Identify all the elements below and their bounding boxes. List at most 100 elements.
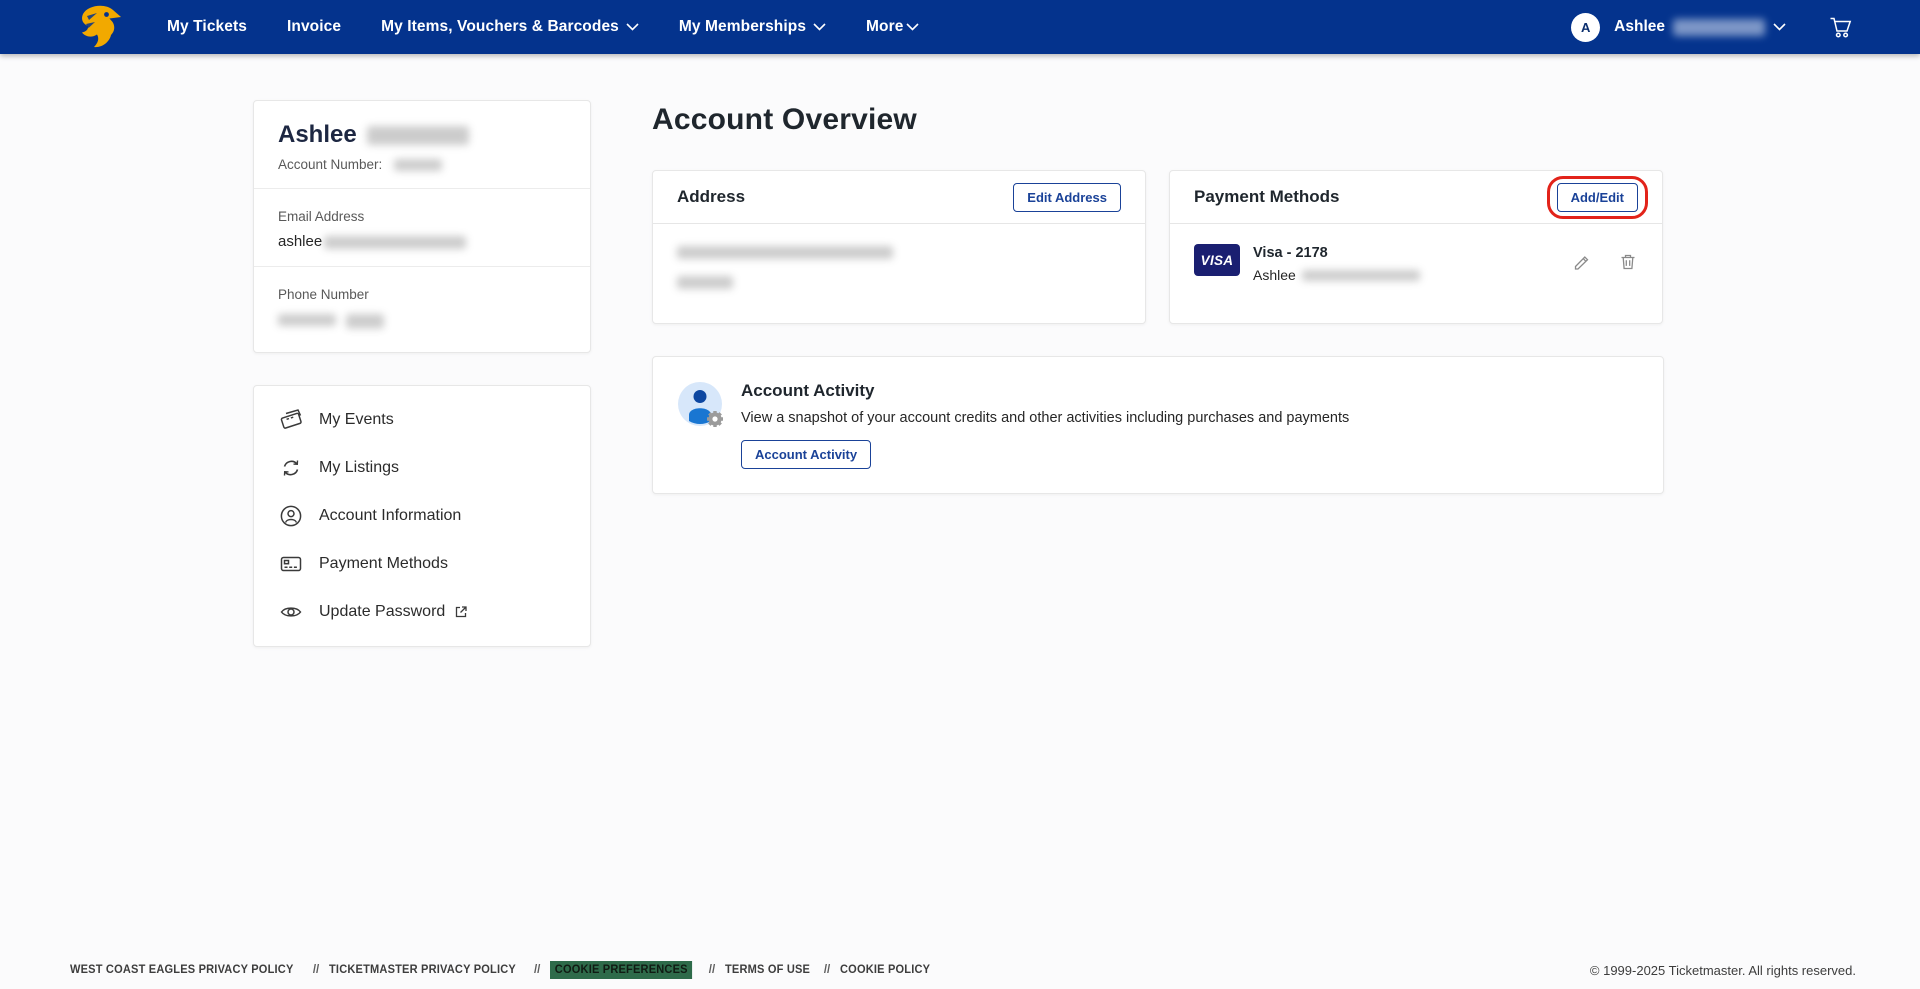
- nav-items-vouchers-barcodes-label: My Items, Vouchers & Barcodes: [381, 18, 619, 36]
- account-number-row: Account Number:: [278, 157, 566, 172]
- footer-separator: //: [313, 964, 319, 976]
- nav-user-area: A Ashlee: [1571, 13, 1854, 42]
- account-activity-card: Account Activity View a snapshot of your…: [652, 356, 1664, 494]
- visa-badge: VISA: [1194, 244, 1240, 276]
- primary-nav: My Tickets Invoice My Items, Vouchers & …: [167, 18, 919, 36]
- nav-invoice[interactable]: Invoice: [287, 18, 341, 36]
- footer-link-cookie-preferences[interactable]: COOKIE PREFERENCES: [550, 961, 693, 979]
- profile-first-name: Ashlee: [278, 121, 357, 149]
- payment-method-actions: [1572, 244, 1638, 272]
- account-activity-icon: [677, 381, 723, 427]
- nav-more[interactable]: More: [866, 18, 919, 36]
- footer-links: WEST COAST EAGLES PRIVACY POLICY // TICK…: [70, 961, 934, 979]
- user-menu[interactable]: Ashlee: [1614, 18, 1786, 36]
- redacted-phone-link[interactable]: [346, 314, 384, 326]
- payment-method-holder: Ashlee: [1253, 267, 1420, 283]
- phone-value: [278, 311, 566, 328]
- person-circle-icon: [278, 503, 304, 529]
- redacted-holder-details: [1302, 270, 1420, 281]
- account-activity-button[interactable]: Account Activity: [741, 440, 871, 469]
- address-card-body: [653, 224, 1145, 324]
- profile-identity-section: Ashlee Account Number:: [254, 101, 590, 189]
- email-visible-prefix: ashlee: [278, 233, 322, 250]
- sidebar-item-label: My Events: [319, 411, 394, 429]
- payment-method-info: Visa - 2178 Ashlee: [1253, 244, 1420, 283]
- edit-address-button[interactable]: Edit Address: [1013, 183, 1121, 212]
- footer-link-cookie-policy[interactable]: COOKIE POLICY: [840, 964, 930, 976]
- refresh-icon: [278, 455, 304, 481]
- sidebar-item-label: Account Information: [319, 507, 461, 525]
- avatar[interactable]: A: [1571, 13, 1600, 42]
- nav-invoice-label: Invoice: [287, 18, 341, 36]
- credit-card-icon: [278, 551, 304, 577]
- redacted-phone: [278, 314, 336, 326]
- page-title: Account Overview: [652, 103, 1664, 137]
- nav-my-memberships[interactable]: My Memberships: [679, 18, 826, 36]
- west-coast-eagles-logo[interactable]: [75, 2, 125, 52]
- tickets-icon: [278, 407, 304, 433]
- nav-my-tickets-label: My Tickets: [167, 18, 247, 36]
- footer-separator: //: [709, 964, 715, 976]
- address-card: Address Edit Address: [652, 170, 1146, 324]
- profile-name: Ashlee: [278, 121, 566, 149]
- redacted-address-line2: [677, 274, 1121, 292]
- eye-icon: [278, 599, 304, 625]
- holder-visible-prefix: Ashlee: [1253, 267, 1296, 283]
- email-value: ashlee: [278, 233, 566, 250]
- sidebar-item-payment-methods[interactable]: Payment Methods: [254, 540, 590, 588]
- sidebar-item-my-listings[interactable]: My Listings: [254, 444, 590, 492]
- address-card-title: Address: [677, 187, 745, 207]
- account-number-label: Account Number:: [278, 157, 382, 172]
- redacted-account-number: [394, 159, 442, 171]
- footer-link-terms-of-use[interactable]: TERMS OF USE: [725, 964, 810, 976]
- nav-more-label: More: [866, 18, 903, 36]
- phone-section: Phone Number: [254, 267, 590, 352]
- redacted-surname: [367, 126, 469, 145]
- footer-separator: //: [534, 964, 540, 976]
- account-activity-title: Account Activity: [741, 381, 1349, 401]
- footer: WEST COAST EAGLES PRIVACY POLICY // TICK…: [0, 961, 1920, 979]
- account-menu: My Events My Listings Account Informatio…: [253, 385, 591, 647]
- footer-link-wce-privacy[interactable]: WEST COAST EAGLES PRIVACY POLICY: [70, 964, 294, 976]
- payment-methods-card: Payment Methods Add/Edit VISA Visa - 217…: [1169, 170, 1663, 324]
- edit-pencil-icon[interactable]: [1572, 252, 1592, 272]
- nav-my-tickets[interactable]: My Tickets: [167, 18, 247, 36]
- payment-card-header: Payment Methods Add/Edit: [1170, 171, 1662, 224]
- email-label: Email Address: [278, 209, 566, 224]
- sidebar-item-update-password[interactable]: Update Password: [254, 588, 590, 636]
- redacted-address-line1: [677, 244, 1121, 262]
- sidebar-item-my-events[interactable]: My Events: [254, 396, 590, 444]
- main-content: Account Overview Address Edit Address Pa…: [652, 103, 1664, 494]
- address-card-header: Address Edit Address: [653, 171, 1145, 224]
- sidebar-item-label: My Listings: [319, 459, 399, 477]
- chevron-down-icon: [1773, 23, 1786, 31]
- add-edit-button[interactable]: Add/Edit: [1557, 183, 1638, 212]
- payment-method-name: Visa - 2178: [1253, 245, 1328, 261]
- user-first-name: Ashlee: [1614, 18, 1665, 36]
- payment-method-row: VISA Visa - 2178 Ashlee: [1170, 224, 1662, 303]
- payment-card-title: Payment Methods: [1194, 187, 1339, 207]
- chevron-down-icon: [813, 23, 826, 31]
- sidebar-item-label: Update Password: [319, 603, 445, 621]
- sidebar-item-account-information[interactable]: Account Information: [254, 492, 590, 540]
- redacted-surname: [1673, 19, 1765, 36]
- overview-cards-row: Address Edit Address Payment Methods Add…: [652, 170, 1664, 324]
- sidebar-item-label: Payment Methods: [319, 555, 448, 573]
- chevron-down-icon: [906, 23, 919, 31]
- account-sidebar: Ashlee Account Number: Email Address ash…: [253, 100, 591, 647]
- email-section: Email Address ashlee: [254, 189, 590, 267]
- footer-link-tm-privacy[interactable]: TICKETMASTER PRIVACY POLICY: [329, 964, 516, 976]
- add-edit-annotation: Add/Edit: [1557, 183, 1638, 212]
- phone-label: Phone Number: [278, 287, 566, 302]
- profile-card: Ashlee Account Number: Email Address ash…: [253, 100, 591, 353]
- copyright-text: © 1999-2025 Ticketmaster. All rights res…: [1590, 963, 1856, 978]
- footer-separator: //: [824, 964, 830, 976]
- delete-trash-icon[interactable]: [1618, 252, 1638, 272]
- chevron-down-icon: [626, 23, 639, 31]
- cart-icon[interactable]: [1828, 14, 1854, 40]
- external-link-icon: [454, 605, 468, 619]
- account-activity-body: Account Activity View a snapshot of your…: [741, 381, 1349, 469]
- redacted-email: [324, 236, 466, 249]
- top-nav: My Tickets Invoice My Items, Vouchers & …: [0, 0, 1920, 54]
- nav-items-vouchers-barcodes[interactable]: My Items, Vouchers & Barcodes: [381, 18, 639, 36]
